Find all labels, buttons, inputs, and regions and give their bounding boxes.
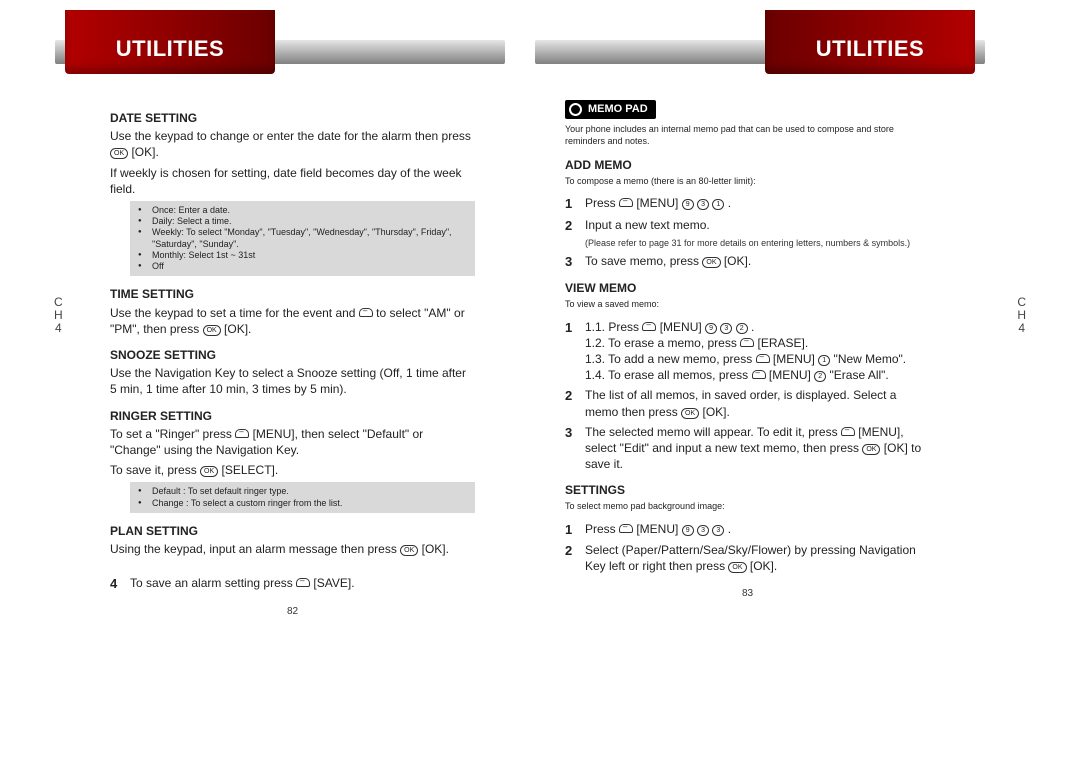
softkey-icon	[296, 578, 310, 587]
add-memo-step1: 1 Press [MENU] 9 3 1 .	[565, 195, 930, 213]
header-right: UTILITIES	[535, 40, 985, 74]
ok-key-icon: OK	[862, 444, 880, 455]
nine-key-icon: 9	[682, 525, 694, 536]
plan-setting-body: Using the keypad, input an alarm message…	[110, 541, 475, 557]
add-memo-step2: 2 Input a new text memo.	[565, 217, 930, 235]
ringer-setting-body2: To save it, press OK [SELECT].	[110, 462, 475, 478]
date-setting-body2: If weekly is chosen for setting, date fi…	[110, 165, 475, 197]
settings-step2: 2 Select (Paper/Pattern/Sea/Sky/Flower) …	[565, 542, 930, 574]
three-key-icon: 3	[697, 525, 709, 536]
settings-step1: 1 Press [MENU] 9 3 3 .	[565, 521, 930, 539]
page-left: UTILITIES DATE SETTING Use the keypad to…	[55, 40, 505, 618]
page-spread: UTILITIES DATE SETTING Use the keypad to…	[0, 0, 1080, 638]
view-memo-heading: VIEW MEMO	[565, 280, 930, 296]
add-memo-step3: 3 To save memo, press OK [OK].	[565, 253, 930, 271]
menu-softkey-icon	[752, 370, 766, 379]
ok-key-icon: OK	[203, 325, 221, 336]
page-right: UTILITIES MEMO PAD Your phone includes a…	[535, 40, 985, 618]
date-setting-heading: DATE SETTING	[110, 110, 475, 126]
header-title-right: UTILITIES	[755, 36, 985, 62]
header-title-left: UTILITIES	[55, 36, 285, 62]
menu-softkey-icon	[841, 427, 855, 436]
view-memo-intro: To view a saved memo:	[565, 298, 930, 310]
chapter-tab-right: CH4	[1017, 296, 1026, 336]
ok-key-icon: OK	[702, 257, 720, 268]
menu-softkey-icon	[756, 354, 770, 363]
view-memo-step1: 1 1.1. Press [MENU] 9 3 2 . 1.2. To eras…	[565, 319, 930, 384]
header-left: UTILITIES	[55, 40, 505, 74]
page-number-right: 83	[565, 587, 930, 601]
nine-key-icon: 9	[682, 199, 694, 210]
two-key-icon: 2	[814, 371, 826, 382]
ok-key-icon: OK	[728, 562, 746, 573]
menu-softkey-icon	[619, 524, 633, 533]
time-setting-body: Use the keypad to set a time for the eve…	[110, 305, 475, 337]
settings-intro: To select memo pad background image:	[565, 500, 930, 512]
snooze-setting-heading: SNOOZE SETTING	[110, 347, 475, 363]
add-memo-step2-note: (Please refer to page 31 for more detail…	[585, 237, 930, 249]
date-setting-body1: Use the keypad to change or enter the da…	[110, 128, 475, 160]
page-number-left: 82	[110, 605, 475, 619]
three-key-icon: 3	[697, 199, 709, 210]
snooze-setting-body: Use the Navigation Key to select a Snooz…	[110, 365, 475, 397]
time-setting-heading: TIME SETTING	[110, 286, 475, 302]
three-key-icon: 3	[712, 525, 724, 536]
ringer-setting-notes: Default : To set default ringer type. Ch…	[130, 482, 475, 513]
ok-key-icon: OK	[110, 148, 128, 159]
menu-softkey-icon	[619, 198, 633, 207]
settings-heading: SETTINGS	[565, 482, 930, 498]
nine-key-icon: 9	[705, 323, 717, 334]
ringer-setting-heading: RINGER SETTING	[110, 408, 475, 424]
menu-softkey-icon	[642, 322, 656, 331]
softkey-icon	[359, 308, 373, 317]
chip-dot-icon	[569, 103, 582, 116]
ok-key-icon: OK	[400, 545, 418, 556]
softkey-icon	[740, 338, 754, 347]
three-key-icon: 3	[720, 323, 732, 334]
add-memo-intro: To compose a memo (there is an 80-letter…	[565, 175, 930, 187]
menu-softkey-icon	[235, 429, 249, 438]
save-step: 4 To save an alarm setting press [SAVE].	[110, 575, 475, 593]
ok-key-icon: OK	[681, 408, 699, 419]
memo-pad-chip: MEMO PAD	[565, 100, 656, 119]
ok-key-icon: OK	[200, 466, 218, 477]
date-setting-notes: Once: Enter a date. Daily: Select a time…	[130, 201, 475, 277]
one-key-icon: 1	[712, 199, 724, 210]
ringer-setting-body1: To set a "Ringer" press [MENU], then sel…	[110, 426, 475, 458]
add-memo-heading: ADD MEMO	[565, 157, 930, 173]
plan-setting-heading: PLAN SETTING	[110, 523, 475, 539]
view-memo-step3: 3 The selected memo will appear. To edit…	[565, 424, 930, 473]
view-memo-step2: 2 The list of all memos, in saved order,…	[565, 387, 930, 419]
one-key-icon: 1	[818, 355, 830, 366]
two-key-icon: 2	[736, 323, 748, 334]
memo-pad-intro: Your phone includes an internal memo pad…	[565, 123, 930, 147]
